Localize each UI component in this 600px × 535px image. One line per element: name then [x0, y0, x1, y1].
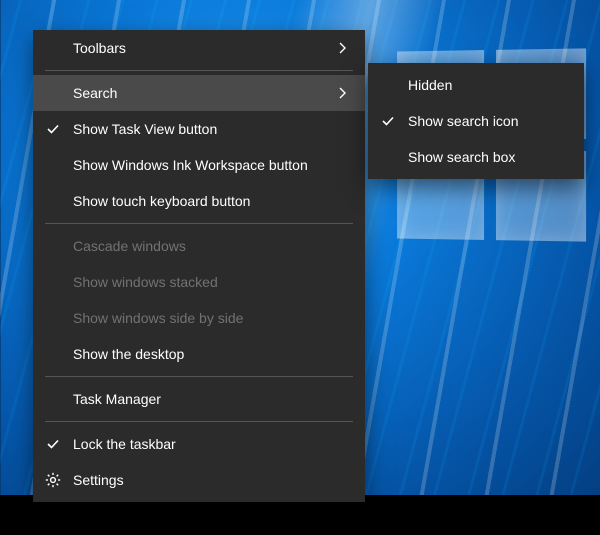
- checkmark-icon: [33, 437, 73, 451]
- checkmark-icon: [368, 114, 408, 128]
- menu-item-show-task-view[interactable]: Show Task View button: [33, 111, 365, 147]
- menu-label: Show windows side by side: [73, 310, 353, 326]
- menu-label: Show touch keyboard button: [73, 193, 353, 209]
- search-submenu: Hidden Show search icon Show search box: [368, 63, 584, 179]
- checkmark-icon: [33, 122, 73, 136]
- submenu-label: Hidden: [408, 77, 572, 93]
- menu-item-show-desktop[interactable]: Show the desktop: [33, 336, 365, 372]
- menu-item-search[interactable]: Search: [33, 75, 365, 111]
- menu-item-show-stacked: Show windows stacked: [33, 264, 365, 300]
- submenu-item-show-search-box[interactable]: Show search box: [368, 139, 584, 175]
- menu-item-show-touch-keyboard[interactable]: Show touch keyboard button: [33, 183, 365, 219]
- menu-item-cascade-windows: Cascade windows: [33, 228, 365, 264]
- separator: [45, 70, 353, 71]
- chevron-right-icon: [333, 87, 353, 99]
- menu-item-show-ink-workspace[interactable]: Show Windows Ink Workspace button: [33, 147, 365, 183]
- chevron-right-icon: [333, 42, 353, 54]
- menu-label: Search: [73, 85, 333, 101]
- submenu-item-show-search-icon[interactable]: Show search icon: [368, 103, 584, 139]
- menu-label: Show Windows Ink Workspace button: [73, 157, 353, 173]
- menu-item-lock-taskbar[interactable]: Lock the taskbar: [33, 426, 365, 462]
- submenu-item-hidden[interactable]: Hidden: [368, 67, 584, 103]
- menu-item-show-side-by-side: Show windows side by side: [33, 300, 365, 336]
- menu-label: Task Manager: [73, 391, 353, 407]
- submenu-label: Show search box: [408, 149, 572, 165]
- menu-label: Show the desktop: [73, 346, 353, 362]
- menu-label: Cascade windows: [73, 238, 353, 254]
- separator: [45, 223, 353, 224]
- menu-label: Settings: [73, 472, 353, 488]
- menu-item-toolbars[interactable]: Toolbars: [33, 30, 365, 66]
- separator: [45, 421, 353, 422]
- menu-label: Lock the taskbar: [73, 436, 353, 452]
- separator: [45, 376, 353, 377]
- menu-label: Toolbars: [73, 40, 333, 56]
- taskbar-context-menu: Toolbars Search Show Task View button Sh…: [33, 30, 365, 502]
- menu-label: Show Task View button: [73, 121, 353, 137]
- gear-icon: [33, 472, 73, 488]
- submenu-label: Show search icon: [408, 113, 572, 129]
- desktop-wallpaper: Toolbars Search Show Task View button Sh…: [0, 0, 600, 535]
- menu-item-settings[interactable]: Settings: [33, 462, 365, 498]
- menu-item-task-manager[interactable]: Task Manager: [33, 381, 365, 417]
- menu-label: Show windows stacked: [73, 274, 353, 290]
